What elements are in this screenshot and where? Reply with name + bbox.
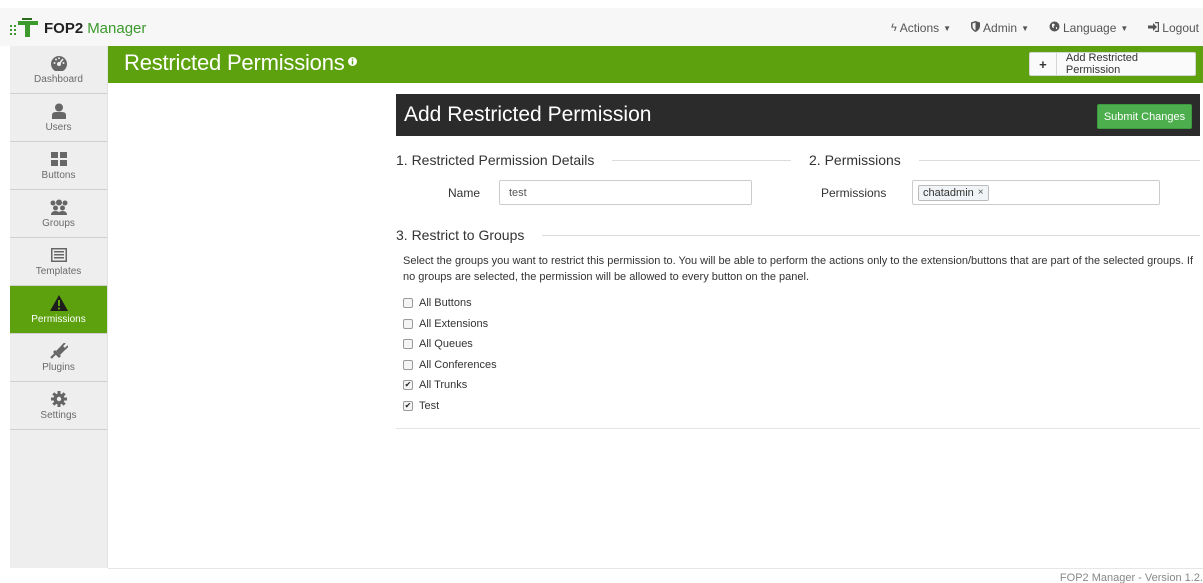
checkbox[interactable] bbox=[403, 360, 413, 370]
name-label: Name bbox=[448, 186, 481, 200]
logout-icon bbox=[1148, 21, 1160, 35]
page-title-text: Restricted Permissions bbox=[124, 50, 345, 75]
sidebar-item-label: Settings bbox=[40, 410, 77, 421]
checkbox-checked[interactable]: ✔ bbox=[403, 380, 413, 390]
globe-icon bbox=[1049, 21, 1060, 35]
section-permissions-title: 2. Permissions bbox=[809, 152, 1200, 168]
sidebar-item-permissions[interactable]: Permissions bbox=[10, 286, 107, 334]
permissions-label: Permissions bbox=[821, 186, 887, 200]
info-icon[interactable] bbox=[347, 56, 357, 66]
sidebar-item-label: Buttons bbox=[41, 170, 76, 181]
groups-description: Select the groups you want to restrict t… bbox=[403, 255, 1194, 283]
form-bottom-divider bbox=[396, 428, 1200, 429]
warning-icon bbox=[49, 294, 68, 312]
sidebar-item-users[interactable]: Users bbox=[10, 94, 107, 142]
footer: FOP2 Manager - Version 1.2. bbox=[108, 568, 1203, 583]
checkbox[interactable] bbox=[403, 298, 413, 308]
name-input[interactable]: test bbox=[499, 180, 752, 205]
section-permissions-label: 2. Permissions bbox=[809, 152, 901, 168]
caret-down-icon: ▼ bbox=[1120, 23, 1129, 33]
section-divider bbox=[612, 159, 791, 161]
template-icon bbox=[50, 246, 67, 264]
group-option-all-queues[interactable]: All Queues bbox=[403, 337, 473, 351]
checkbox[interactable] bbox=[403, 339, 413, 349]
sidebar-item-templates[interactable]: Templates bbox=[10, 238, 107, 286]
permissions-select[interactable]: chatadmin × bbox=[912, 180, 1160, 205]
user-icon bbox=[51, 102, 66, 120]
logout-label: Logout bbox=[1162, 21, 1199, 35]
permission-tag-label: chatadmin bbox=[923, 186, 974, 199]
users-icon bbox=[49, 198, 69, 216]
group-option-all-conferences[interactable]: All Conferences bbox=[403, 358, 497, 372]
group-label: All Buttons bbox=[419, 297, 472, 309]
dashboard-icon bbox=[50, 54, 68, 72]
group-option-all-trunks[interactable]: ✔ All Trunks bbox=[403, 378, 467, 392]
top-nav: ϟ Actions ▼ Admin ▼ Language ▼ Logout bbox=[891, 16, 1203, 40]
group-option-test[interactable]: ✔ Test bbox=[403, 399, 439, 413]
fop2-logo-icon bbox=[10, 17, 40, 39]
add-restricted-permission-button[interactable]: + Add Restricted Permission bbox=[1029, 52, 1196, 76]
submit-changes-button[interactable]: Submit Changes bbox=[1097, 104, 1192, 129]
grid-icon bbox=[50, 150, 67, 168]
sidebar-item-label: Groups bbox=[42, 218, 75, 229]
sidebar-item-dashboard[interactable]: Dashboard bbox=[10, 46, 107, 94]
top-navbar: FOP2 Manager ϟ Actions ▼ Admin ▼ Language… bbox=[0, 0, 1203, 46]
sidebar-item-label: Plugins bbox=[42, 362, 75, 373]
brand-name: FOP2 bbox=[44, 19, 84, 37]
gear-icon bbox=[50, 390, 67, 408]
bolt-icon: ϟ bbox=[890, 22, 897, 34]
group-option-all-buttons[interactable]: All Buttons bbox=[403, 296, 472, 310]
form-title: Add Restricted Permission bbox=[404, 103, 652, 126]
sidebar-item-label: Permissions bbox=[31, 314, 86, 325]
form-header: Add Restricted Permission Submit Changes bbox=[396, 94, 1200, 136]
sidebar-item-settings[interactable]: Settings bbox=[10, 382, 107, 430]
actions-label: Actions bbox=[899, 21, 940, 35]
sidebar-item-plugins[interactable]: Plugins bbox=[10, 334, 107, 382]
page-header: Restricted Permissions + Add Restricted … bbox=[108, 46, 1203, 83]
section-details-label: 1. Restricted Permission Details bbox=[396, 152, 595, 168]
section-groups-title: 3. Restrict to Groups bbox=[396, 227, 1200, 243]
sidebar: Dashboard Users Buttons Groups Templates… bbox=[10, 46, 108, 568]
group-label: All Trunks bbox=[419, 379, 468, 391]
actions-menu[interactable]: ϟ Actions ▼ bbox=[891, 21, 951, 35]
sidebar-item-groups[interactable]: Groups bbox=[10, 190, 107, 238]
group-label: All Conferences bbox=[419, 359, 497, 371]
remove-tag-icon[interactable]: × bbox=[978, 187, 984, 198]
plug-icon bbox=[49, 342, 68, 360]
admin-label: Admin bbox=[983, 21, 1018, 35]
version-text: FOP2 Manager - Version 1.2. bbox=[1059, 572, 1203, 583]
language-label: Language bbox=[1062, 21, 1117, 35]
checkbox-checked[interactable]: ✔ bbox=[403, 401, 413, 411]
section-groups-label: 3. Restrict to Groups bbox=[396, 227, 525, 243]
sidebar-item-label: Dashboard bbox=[34, 74, 83, 85]
plus-icon: + bbox=[1030, 53, 1057, 75]
group-label: All Queues bbox=[419, 338, 473, 350]
logout-link[interactable]: Logout bbox=[1148, 21, 1199, 35]
caret-down-icon: ▼ bbox=[943, 23, 952, 33]
group-label: Test bbox=[419, 400, 440, 412]
caret-down-icon: ▼ bbox=[1021, 23, 1029, 33]
brand[interactable]: FOP2 Manager bbox=[10, 16, 146, 40]
admin-menu[interactable]: Admin ▼ bbox=[971, 21, 1029, 35]
shield-icon bbox=[971, 21, 981, 35]
brand-subtitle: Manager bbox=[87, 19, 147, 37]
section-divider bbox=[542, 234, 1200, 236]
language-menu[interactable]: Language ▼ bbox=[1049, 21, 1128, 35]
group-label: All Extensions bbox=[419, 318, 489, 330]
permission-tag: chatadmin × bbox=[918, 184, 989, 201]
group-option-all-extensions[interactable]: All Extensions bbox=[403, 317, 488, 331]
sidebar-item-label: Users bbox=[45, 122, 72, 133]
section-divider bbox=[918, 159, 1200, 161]
sidebar-item-buttons[interactable]: Buttons bbox=[10, 142, 107, 190]
checkbox[interactable] bbox=[403, 319, 413, 329]
add-button-label: Add Restricted Permission bbox=[1065, 52, 1139, 76]
sidebar-item-label: Templates bbox=[35, 266, 82, 277]
section-details-title: 1. Restricted Permission Details bbox=[396, 152, 791, 168]
page-title: Restricted Permissions bbox=[124, 50, 357, 76]
